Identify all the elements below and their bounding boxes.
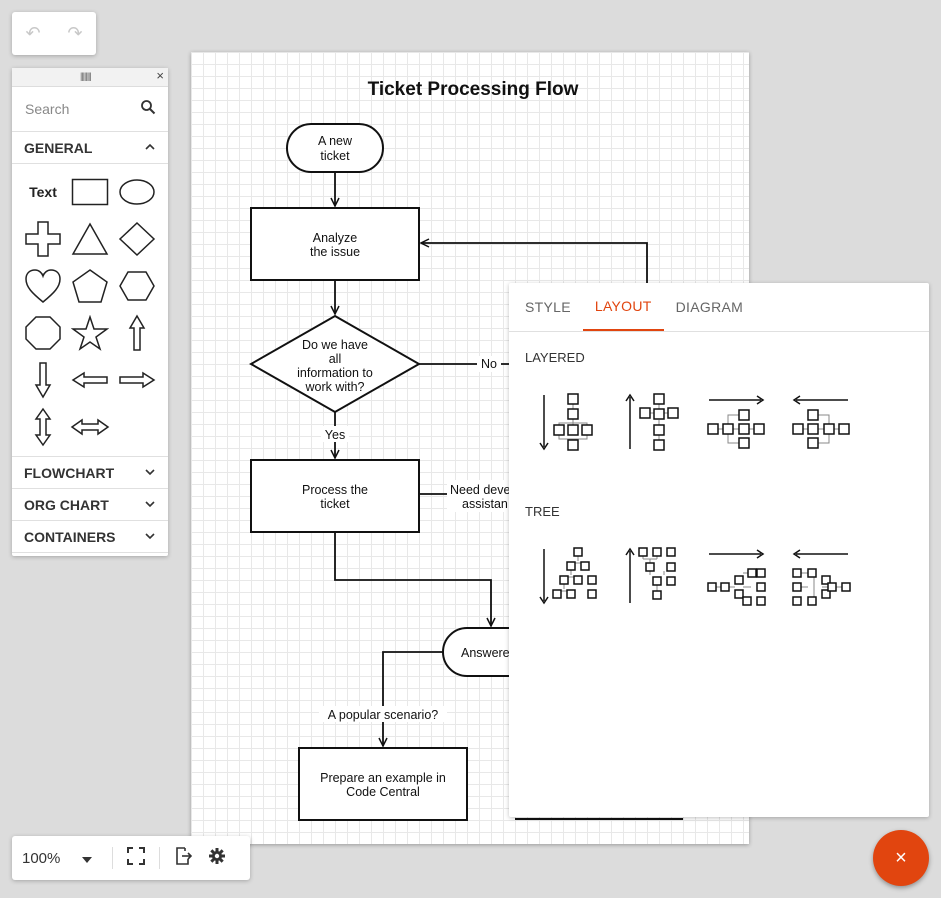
section-tree-label: TREE [525, 504, 560, 519]
shape-arrow-left-right-icon[interactable] [67, 403, 113, 450]
layered-left-to-right-icon[interactable] [707, 393, 767, 453]
layered-right-to-left-icon[interactable] [792, 393, 852, 453]
general-shapes-grid: Text [12, 164, 168, 457]
node-label: Answere [461, 646, 510, 660]
edge-label-need-dev: assistan [462, 497, 508, 511]
connector-popular-scenario[interactable] [383, 651, 443, 746]
node-label: the issue [310, 245, 360, 259]
node-label: ticket [320, 497, 350, 511]
undo-redo-panel: ↶ ↷ [12, 12, 96, 55]
shape-arrow-down-icon[interactable] [20, 356, 66, 403]
toolbox-search [12, 87, 168, 132]
shape-pentagon-icon[interactable] [67, 262, 113, 309]
gear-icon [209, 847, 225, 869]
shape-diamond-icon[interactable] [114, 215, 160, 262]
node-label: Prepare an example in [320, 771, 446, 785]
shape-hexagon-icon[interactable] [114, 262, 160, 309]
chevron-down-icon [144, 467, 156, 479]
node-label: Code Central [346, 785, 420, 799]
chevron-down-icon [144, 499, 156, 511]
zoom-select[interactable]: 100% [12, 850, 106, 867]
node-label: Analyze [313, 231, 358, 245]
shape-rectangle-icon[interactable] [67, 168, 113, 215]
fullscreen-button[interactable] [119, 841, 153, 875]
close-panel-fab[interactable]: × [873, 830, 929, 886]
shape-triangle-icon[interactable] [67, 215, 113, 262]
drag-grip-icon: |||||||| [80, 71, 92, 81]
toolbox-drag-handle[interactable]: |||||||| × [12, 68, 168, 87]
category-containers[interactable]: CONTAINERS [12, 521, 168, 553]
edge-label-yes: Yes [325, 428, 345, 442]
layered-bottom-to-top-icon[interactable] [623, 393, 683, 453]
node-label: Process the [302, 483, 368, 497]
chevron-up-icon [144, 142, 156, 154]
category-general[interactable]: GENERAL [12, 132, 168, 164]
tree-bottom-to-top-icon[interactable] [623, 547, 683, 607]
shape-octagon-icon[interactable] [20, 309, 66, 356]
section-layered-label: LAYERED [525, 350, 585, 365]
node-label: Do we have [302, 338, 368, 352]
search-input[interactable] [23, 100, 137, 118]
toolbox-panel: |||||||| × GENERAL Text FLOWCHART [12, 68, 168, 556]
node-label: ticket [320, 149, 350, 163]
category-general-label: GENERAL [24, 139, 93, 156]
chevron-down-icon [144, 531, 156, 543]
shape-arrow-up-down-icon[interactable] [20, 403, 66, 450]
node-label: all [329, 352, 342, 366]
shape-star-icon[interactable] [67, 309, 113, 356]
redo-icon[interactable]: ↷ [67, 23, 82, 44]
shape-cross-icon[interactable] [20, 215, 66, 262]
undo-icon[interactable]: ↶ [25, 23, 40, 44]
shape-heart-icon[interactable] [20, 262, 66, 309]
node-label: work with? [304, 380, 364, 394]
search-icon[interactable] [140, 99, 156, 120]
edge-label-need-dev: Need deve [450, 483, 511, 497]
properties-tabs: STYLE LAYOUT DIAGRAM [509, 283, 929, 332]
export-file-icon [174, 846, 193, 870]
toolbar-separator [159, 847, 160, 869]
settings-button[interactable] [200, 841, 234, 875]
node-label: information to [297, 366, 373, 380]
edge-label-popular: A popular scenario? [328, 708, 439, 722]
toolbar-separator [112, 847, 113, 869]
dropdown-arrow-icon [82, 850, 92, 867]
edge-label-no: No [481, 357, 497, 371]
category-org-chart[interactable]: ORG CHART [12, 489, 168, 521]
connector-loop-back-analyze[interactable] [421, 243, 648, 284]
category-containers-label: CONTAINERS [24, 528, 116, 545]
export-button[interactable] [166, 841, 200, 875]
shape-arrow-up-icon[interactable] [114, 309, 160, 356]
zoom-level: 100% [22, 849, 61, 867]
category-org-chart-label: ORG CHART [24, 496, 109, 513]
tree-top-to-bottom-icon[interactable] [537, 547, 597, 607]
connector-process-to-answered[interactable] [334, 532, 491, 626]
tree-left-to-right-icon[interactable] [707, 547, 767, 607]
shape-arrow-right-icon[interactable] [114, 356, 160, 403]
layered-top-to-bottom-icon[interactable] [537, 393, 597, 453]
category-flowchart[interactable]: FLOWCHART [12, 457, 168, 489]
close-icon[interactable]: × [156, 68, 164, 83]
shape-arrow-left-icon[interactable] [67, 356, 113, 403]
shape-ellipse-icon[interactable] [114, 168, 160, 215]
tree-right-to-left-icon[interactable] [792, 547, 852, 607]
shape-text[interactable]: Text [20, 168, 66, 215]
bottom-toolbar: 100% [12, 836, 250, 880]
node-label: A new [318, 134, 353, 148]
diagram-title: Ticket Processing Flow [368, 79, 579, 100]
category-flowchart-label: FLOWCHART [24, 464, 115, 481]
tab-diagram[interactable]: DIAGRAM [664, 283, 755, 331]
tab-layout[interactable]: LAYOUT [582, 283, 664, 331]
close-icon: × [895, 846, 907, 869]
properties-panel: STYLE LAYOUT DIAGRAM LAYERED TREE [509, 283, 929, 817]
fullscreen-icon [127, 846, 145, 870]
node-new-ticket[interactable] [286, 123, 384, 173]
tab-style[interactable]: STYLE [513, 283, 583, 331]
